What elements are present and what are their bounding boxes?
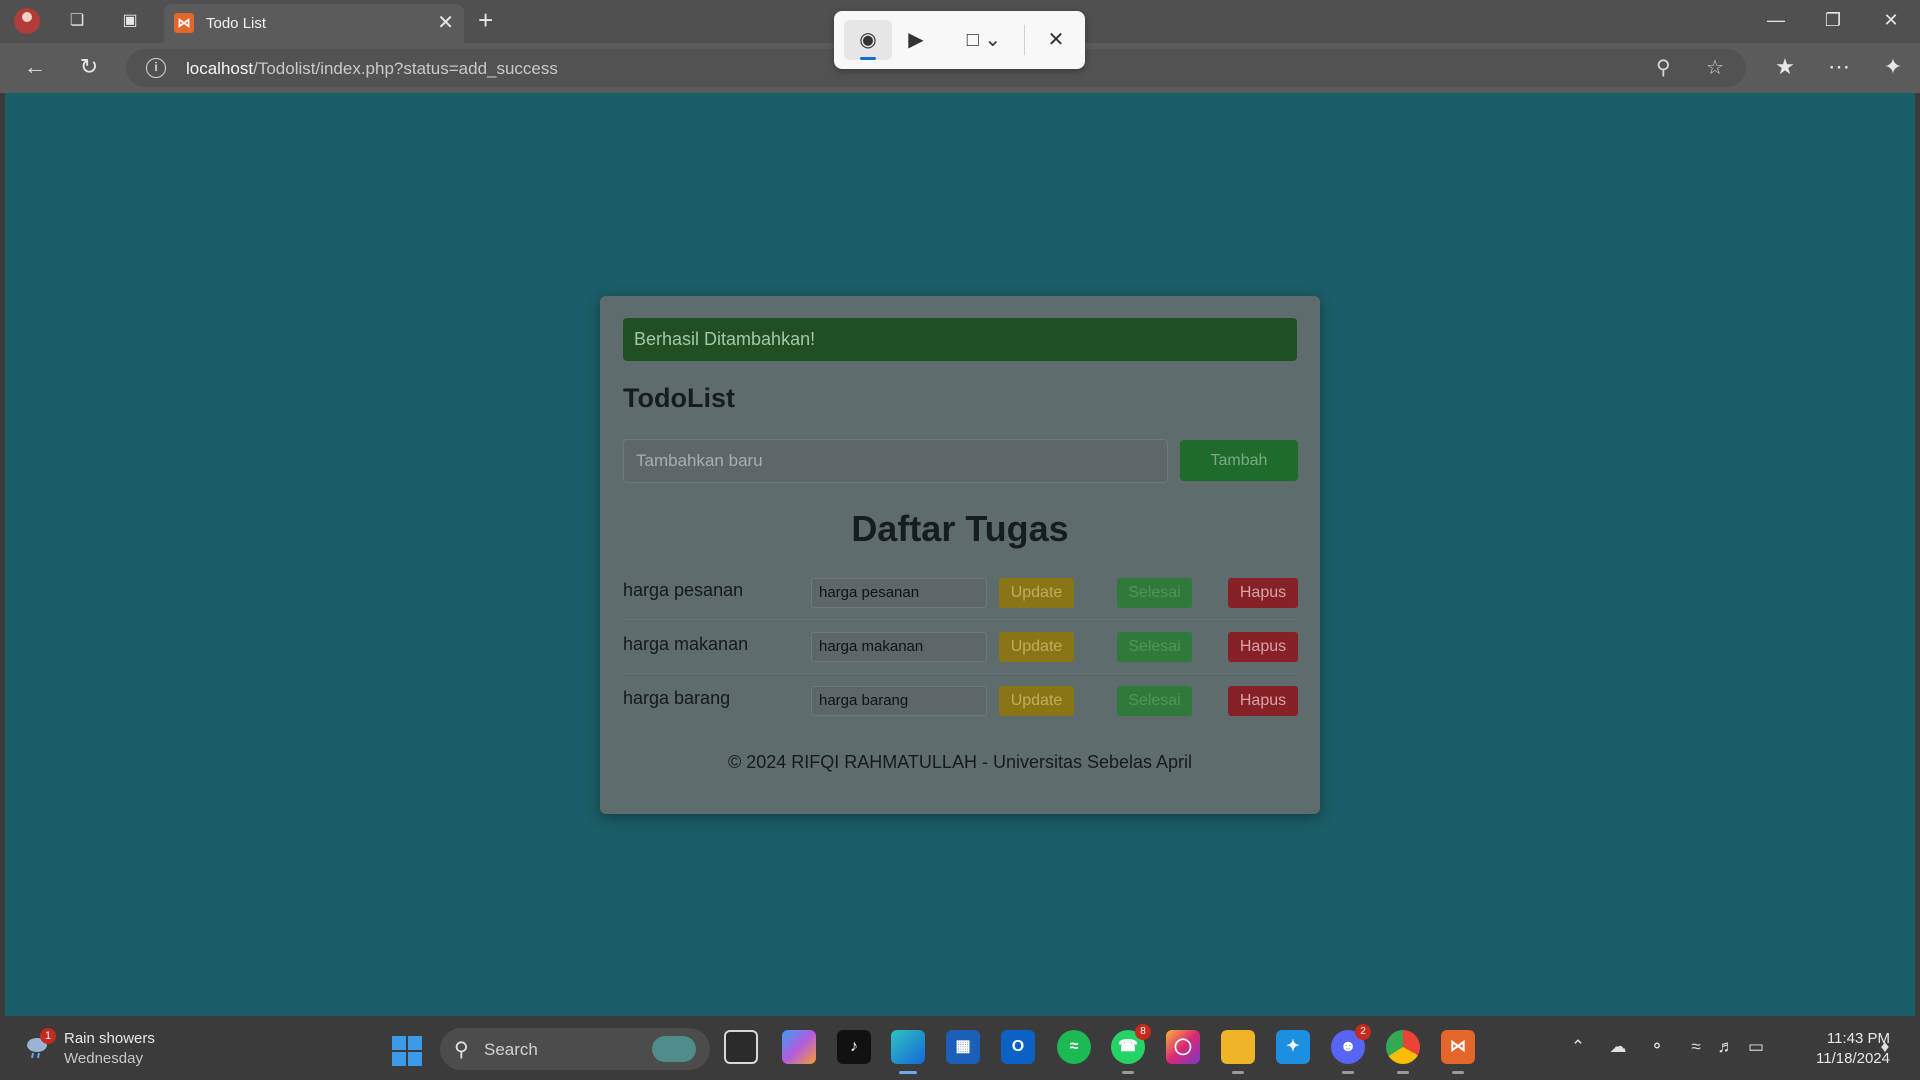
update-button[interactable]: Update	[999, 686, 1074, 716]
workspaces-icon[interactable]: ❏	[66, 10, 88, 32]
task-row: harga makanan harga makanan Update Seles…	[623, 620, 1298, 674]
task-edit-input[interactable]: harga makanan	[811, 632, 987, 662]
favorite-star-icon[interactable]: ☆	[1706, 57, 1724, 79]
xampp-icon[interactable]: ⋈	[1441, 1030, 1475, 1074]
search-label: Search	[484, 1040, 538, 1059]
new-tab-icon[interactable]: +	[478, 7, 493, 33]
discord-icon[interactable]: ☻ 2	[1331, 1024, 1371, 1074]
tab-title: Todo List	[206, 15, 267, 32]
task-label: harga barang	[623, 688, 731, 708]
weather-badge: 1	[40, 1028, 56, 1044]
delete-button[interactable]: Hapus	[1228, 632, 1298, 662]
new-task-input[interactable]: Tambahkan baru	[623, 439, 1168, 483]
spotify-icon[interactable]: ≈	[1057, 1030, 1091, 1064]
screenshot-mode-icon[interactable]: ◉	[844, 20, 892, 60]
running-indicator	[1122, 1071, 1134, 1074]
tab-close-icon[interactable]: ✕	[437, 12, 454, 34]
complete-button[interactable]: Selesai	[1117, 686, 1192, 716]
add-task-button[interactable]: Tambah	[1180, 440, 1298, 481]
taskbar: 1 Rain showers Wednesday ⚲ Search ♪ ▦ O …	[0, 1016, 1920, 1080]
task-label: harga makanan	[623, 634, 749, 654]
delete-button[interactable]: Hapus	[1228, 578, 1298, 608]
whatsapp-icon[interactable]: ☎ 8	[1111, 1024, 1151, 1074]
close-window-icon[interactable]: ✕	[1876, 8, 1906, 32]
copilot-icon[interactable]: ✦	[1878, 55, 1908, 79]
tiktok-icon[interactable]: ♪	[837, 1030, 871, 1064]
microphone-icon[interactable]: ⚬	[1644, 1036, 1670, 1058]
file-explorer-icon[interactable]	[1221, 1030, 1255, 1074]
task-edit-input[interactable]: harga pesanan	[811, 578, 987, 608]
snipping-toolbar: ◉ ▶ □ ⌄ ✕	[834, 11, 1085, 69]
task-edit-input[interactable]: harga barang	[811, 686, 987, 716]
url-host: localhost	[186, 59, 254, 78]
url-path: /Todolist/index.php?status=add_success	[253, 59, 558, 78]
zoom-icon[interactable]: ⚲	[1656, 57, 1671, 79]
delete-button[interactable]: Hapus	[1228, 686, 1298, 716]
active-indicator	[899, 1071, 917, 1074]
chrome-icon[interactable]	[1386, 1030, 1420, 1074]
back-icon[interactable]: ←	[20, 55, 50, 79]
weather-day[interactable]: Wednesday	[64, 1050, 143, 1067]
copilot-app-icon[interactable]	[782, 1030, 816, 1064]
volume-icon[interactable]: ♬	[1713, 1036, 1739, 1058]
video-mode-icon[interactable]: ▶	[892, 20, 940, 60]
favorites-icon[interactable]: ★	[1770, 55, 1800, 79]
profile-avatar[interactable]	[14, 8, 40, 34]
update-button[interactable]: Update	[999, 578, 1074, 608]
running-indicator	[1232, 1071, 1244, 1074]
web-page: Berhasil Ditambahkan! TodoList Tambahkan…	[5, 93, 1915, 1016]
show-hidden-icons-icon[interactable]: ⌃	[1565, 1036, 1591, 1058]
running-indicator	[1397, 1071, 1409, 1074]
more-menu-icon[interactable]: ⋯	[1824, 55, 1854, 79]
page-footer: © 2024 RIFQI RAHMATULLAH - Universitas S…	[727, 752, 1193, 772]
store-icon[interactable]: ▦	[946, 1030, 980, 1064]
wifi-icon[interactable]: ≈	[1683, 1036, 1709, 1058]
page-title: TodoList	[623, 383, 735, 413]
snip-close-icon[interactable]: ✕	[1032, 20, 1080, 60]
complete-button[interactable]: Selesai	[1117, 578, 1192, 608]
search-icon: ⚲	[454, 1039, 469, 1061]
twitter-icon[interactable]: ✦	[1276, 1030, 1310, 1064]
complete-button[interactable]: Selesai	[1117, 632, 1192, 662]
refresh-icon[interactable]: ↻	[74, 55, 104, 79]
search-highlight-icon	[652, 1036, 696, 1062]
minimize-icon[interactable]: —	[1761, 8, 1791, 32]
snip-shape-dropdown-icon[interactable]: □ ⌄	[954, 20, 1014, 60]
snip-separator	[1024, 25, 1025, 55]
running-indicator	[1452, 1071, 1464, 1074]
todo-card: Berhasil Ditambahkan! TodoList Tambahkan…	[600, 296, 1320, 814]
site-info-icon[interactable]: i	[146, 58, 166, 78]
outlook-icon[interactable]: O	[1001, 1030, 1035, 1064]
restore-icon[interactable]: ❐	[1818, 8, 1848, 32]
xampp-favicon-icon: ⋈	[174, 13, 194, 33]
discord-badge: 2	[1355, 1024, 1371, 1040]
task-row: harga pesanan harga pesanan Update Seles…	[623, 566, 1298, 620]
notification-bell-icon[interactable]: ♦	[1872, 1036, 1898, 1058]
task-view-icon[interactable]	[724, 1030, 758, 1064]
whatsapp-badge: 8	[1135, 1024, 1151, 1040]
taskbar-search[interactable]: ⚲ Search	[440, 1028, 710, 1070]
tab-actions-icon[interactable]: ▣	[119, 10, 141, 32]
instagram-icon[interactable]: ◯	[1166, 1030, 1200, 1064]
update-button[interactable]: Update	[999, 632, 1074, 662]
success-alert: Berhasil Ditambahkan!	[623, 318, 1297, 361]
weather-condition[interactable]: Rain showers	[64, 1030, 155, 1047]
task-label: harga pesanan	[623, 580, 744, 600]
tab-todo-list[interactable]: ⋈ Todo List ✕	[164, 4, 464, 43]
edge-icon[interactable]	[891, 1030, 925, 1074]
onedrive-icon[interactable]: ☁	[1605, 1036, 1631, 1058]
running-indicator	[1342, 1071, 1354, 1074]
task-list-heading: Daftar Tugas	[851, 508, 1069, 549]
windows-start-icon[interactable]	[392, 1036, 422, 1066]
task-row: harga barang harga barang Update Selesai…	[623, 674, 1298, 728]
url-text: localhost/Todolist/index.php?status=add_…	[186, 59, 558, 79]
battery-icon[interactable]: ▭	[1743, 1036, 1769, 1058]
